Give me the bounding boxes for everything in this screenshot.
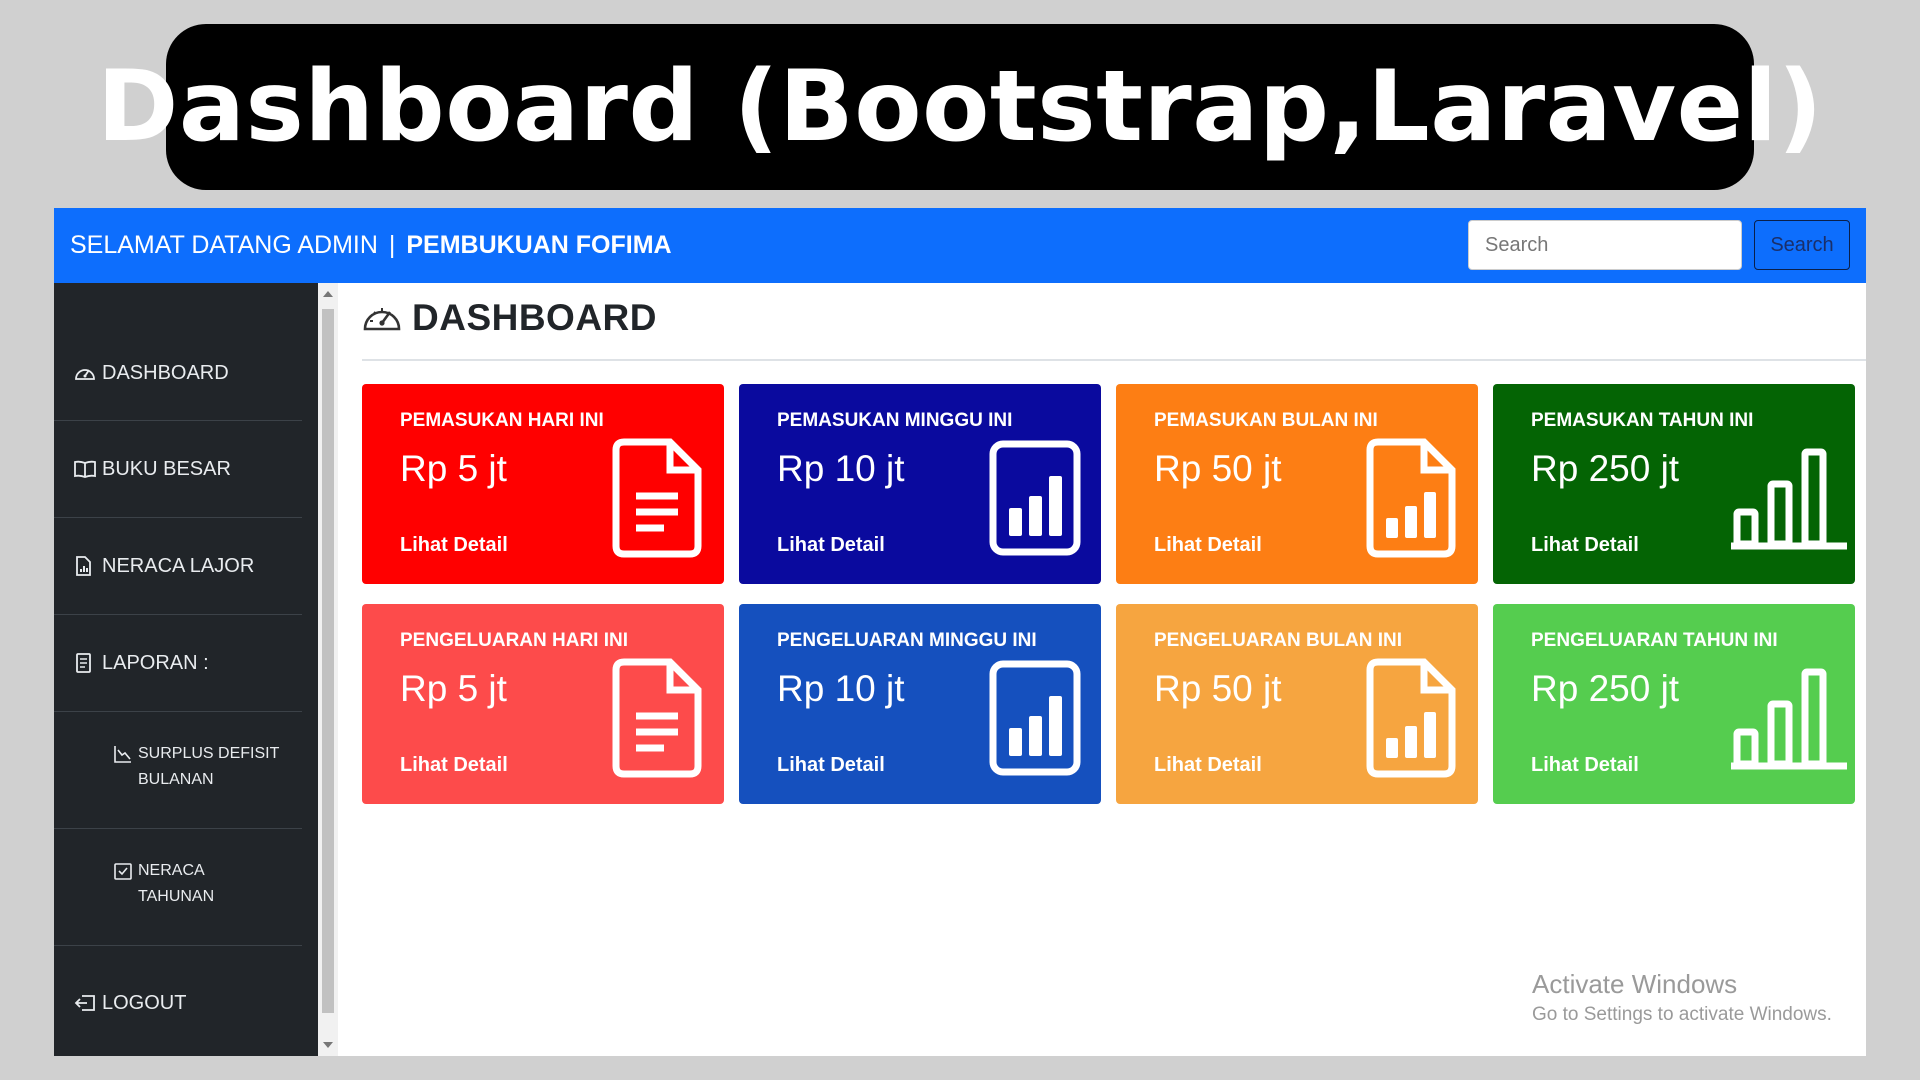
banner-title: Dashboard (Bootstrap,Laravel) [96, 50, 1824, 164]
sidebar-item-laporan[interactable]: LAPORAN : [54, 643, 302, 683]
card-value: Rp 250 jt [1531, 668, 1680, 709]
sidebar-item-label: SURPLUS DEFISIT [138, 745, 280, 762]
page-title: DASHBOARD [412, 297, 657, 338]
file-text-icon [612, 438, 702, 558]
sidebar-divider [54, 420, 302, 421]
file-text-icon [612, 658, 702, 778]
lihat-detail-link[interactable]: Lihat Detail [400, 754, 508, 777]
sidebar-item-label: LOGOUT [102, 991, 187, 1014]
card-value: Rp 5 jt [400, 668, 507, 709]
windows-activation-watermark: Activate Windows Go to Settings to activ… [1532, 969, 1832, 1026]
app-window: SELAMAT DATANG ADMIN | PEMBUKUAN FOFIMA … [54, 208, 1866, 1056]
sidebar-item-label: TAHUNAN [138, 888, 215, 905]
search-form: Search [1468, 220, 1850, 270]
card-pengeluaran-bulan-ini[interactable]: PENGELUARAN BULAN INI Rp 50 jt Lihat Det… [1116, 604, 1478, 804]
card-value: Rp 50 jt [1154, 448, 1282, 489]
sidebar: DASHBOARD BUKU BESAR NERACA LAJOR LAPORA… [54, 283, 318, 1056]
calendar-check-icon [114, 862, 134, 880]
sidebar-scrollbar[interactable] [318, 283, 338, 1056]
page-header: DASHBOARD [362, 297, 657, 339]
card-pemasukan-bulan-ini[interactable]: PEMASUKAN BULAN INI Rp 50 jt Lihat Detai… [1116, 384, 1478, 584]
lihat-detail-link[interactable]: Lihat Detail [1531, 534, 1639, 557]
sidebar-item-dashboard[interactable]: DASHBOARD [54, 353, 302, 393]
bar-chart-icon [1731, 448, 1847, 550]
file-bar-chart-icon [1366, 658, 1456, 778]
sidebar-item-neraca-lajor[interactable]: NERACA LAJOR [54, 546, 302, 586]
box-arrow-left-icon [74, 993, 98, 1013]
card-label: PEMASUKAN MINGGU INI [777, 410, 1013, 431]
lihat-detail-link[interactable]: Lihat Detail [777, 754, 885, 777]
sidebar-item-neraca-tahunan[interactable]: NERACA TAHUNAN [54, 858, 302, 918]
sidebar-item-label-wrap: SURPLUS DEFISIT BULANAN [138, 741, 279, 793]
lihat-detail-link[interactable]: Lihat Detail [400, 534, 508, 557]
card-value: Rp 50 jt [1154, 668, 1282, 709]
welcome-text: SELAMAT DATANG ADMIN [70, 231, 378, 259]
brand-separator: | [388, 231, 396, 259]
card-label: PEMASUKAN BULAN INI [1154, 410, 1378, 431]
sidebar-item-buku-besar[interactable]: BUKU BESAR [54, 449, 302, 489]
video-title-banner: Dashboard (Bootstrap,Laravel) [97, 24, 1823, 190]
card-pengeluaran-minggu-ini[interactable]: PENGELUARAN MINGGU INI Rp 10 jt Lihat De… [739, 604, 1101, 804]
bar-chart-square-icon [989, 660, 1081, 776]
app-name: PEMBUKUAN FOFIMA [406, 231, 672, 259]
scroll-up-arrow-icon[interactable] [323, 291, 333, 297]
sidebar-divider [54, 711, 302, 712]
card-pengeluaran-hari-ini[interactable]: PENGELUARAN HARI INI Rp 5 jt Lihat Detai… [362, 604, 724, 804]
sidebar-divider [54, 828, 302, 829]
sidebar-item-label: DASHBOARD [102, 361, 229, 384]
card-pemasukan-minggu-ini[interactable]: PEMASUKAN MINGGU INI Rp 10 jt Lihat Deta… [739, 384, 1101, 584]
sidebar-item-label-wrap: NERACA TAHUNAN [138, 858, 214, 910]
main-content: DASHBOARD PEMASUKAN HARI INI Rp 5 jt Lih… [338, 283, 1866, 1056]
card-value: Rp 5 jt [400, 448, 507, 489]
search-input[interactable] [1468, 220, 1742, 270]
file-bar-chart-icon [1366, 438, 1456, 558]
top-navbar: SELAMAT DATANG ADMIN | PEMBUKUAN FOFIMA … [54, 208, 1866, 283]
card-label: PEMASUKAN HARI INI [400, 410, 604, 431]
bar-chart-icon [1731, 668, 1847, 770]
card-value: Rp 10 jt [777, 668, 905, 709]
sidebar-item-label: LAPORAN : [102, 651, 209, 674]
card-value: Rp 10 jt [777, 448, 905, 489]
lihat-detail-link[interactable]: Lihat Detail [777, 534, 885, 557]
watermark-title: Activate Windows [1532, 969, 1738, 999]
card-value: Rp 250 jt [1531, 448, 1680, 489]
file-chart-icon [74, 556, 98, 576]
document-icon [74, 653, 98, 673]
navbar-brand[interactable]: SELAMAT DATANG ADMIN | PEMBUKUAN FOFIMA [70, 231, 672, 260]
lihat-detail-link[interactable]: Lihat Detail [1531, 754, 1639, 777]
card-label: PEMASUKAN TAHUN INI [1531, 410, 1754, 431]
speedometer-icon [362, 301, 402, 335]
speedometer-icon [74, 363, 98, 383]
sidebar-item-logout[interactable]: LOGOUT [54, 983, 302, 1023]
sidebar-divider [54, 945, 302, 946]
bar-chart-square-icon [989, 440, 1081, 556]
sidebar-item-label: NERACA LAJOR [102, 554, 255, 577]
sidebar-item-label: BULANAN [138, 771, 214, 788]
card-label: PENGELUARAN HARI INI [400, 630, 629, 651]
card-pemasukan-hari-ini[interactable]: PEMASUKAN HARI INI Rp 5 jt Lihat Detail [362, 384, 724, 584]
card-label: PENGELUARAN TAHUN INI [1531, 630, 1778, 651]
graph-down-icon [114, 745, 134, 763]
search-button[interactable]: Search [1754, 220, 1850, 270]
scroll-thumb[interactable] [322, 309, 334, 1013]
card-label: PENGELUARAN MINGGU INI [777, 630, 1037, 651]
lihat-detail-link[interactable]: Lihat Detail [1154, 534, 1262, 557]
scroll-down-arrow-icon[interactable] [323, 1042, 333, 1048]
card-label: PENGELUARAN BULAN INI [1154, 630, 1403, 651]
header-divider [362, 359, 1866, 361]
sidebar-divider [54, 517, 302, 518]
watermark-subtitle: Go to Settings to activate Windows. [1532, 1004, 1832, 1025]
sidebar-item-surplus-defisit[interactable]: SURPLUS DEFISIT BULANAN [54, 741, 302, 801]
sidebar-item-label: BUKU BESAR [102, 457, 231, 480]
sidebar-divider [54, 614, 302, 615]
card-pengeluaran-tahun-ini[interactable]: PENGELUARAN TAHUN INI Rp 250 jt Lihat De… [1493, 604, 1855, 804]
lihat-detail-link[interactable]: Lihat Detail [1154, 754, 1262, 777]
card-pemasukan-tahun-ini[interactable]: PEMASUKAN TAHUN INI Rp 250 jt Lihat Deta… [1493, 384, 1855, 584]
book-icon [74, 459, 98, 479]
sidebar-item-label: NERACA [138, 862, 205, 879]
